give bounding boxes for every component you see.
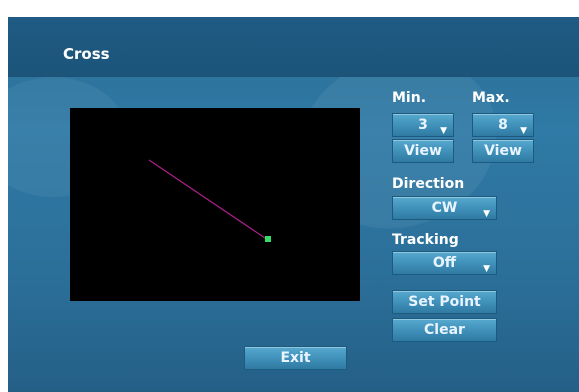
min-view-button[interactable]: View — [392, 139, 454, 163]
dialog-title: Cross — [63, 45, 110, 63]
exit-button[interactable]: Exit — [244, 346, 347, 370]
title-bar: Cross — [8, 17, 579, 77]
direction-select[interactable]: CW ▼ — [392, 196, 497, 220]
caret-down-icon: ▼ — [483, 209, 490, 219]
preview-area[interactable] — [70, 108, 360, 301]
max-select[interactable]: 8 ▼ — [472, 113, 534, 137]
cross-point-marker[interactable] — [265, 236, 271, 242]
min-label: Min. — [392, 90, 427, 106]
path-preview — [148, 159, 271, 242]
max-value: 8 — [498, 117, 508, 133]
cross-path-line — [148, 159, 269, 241]
direction-value: CW — [431, 200, 458, 216]
tracking-value: Off — [432, 255, 457, 271]
min-select[interactable]: 3 ▼ — [392, 113, 454, 137]
min-value: 3 — [418, 117, 428, 133]
caret-down-icon: ▼ — [483, 264, 490, 274]
tracking-select[interactable]: Off ▼ — [392, 251, 497, 275]
clear-button[interactable]: Clear — [392, 318, 497, 342]
set-point-button[interactable]: Set Point — [392, 290, 497, 314]
direction-label: Direction — [392, 176, 465, 192]
max-label: Max. — [472, 90, 510, 106]
tracking-label: Tracking — [392, 232, 459, 248]
max-view-button[interactable]: View — [472, 139, 534, 163]
cross-dialog: Cross Min. Max. 3 ▼ 8 ▼ View View Direct… — [8, 17, 579, 392]
